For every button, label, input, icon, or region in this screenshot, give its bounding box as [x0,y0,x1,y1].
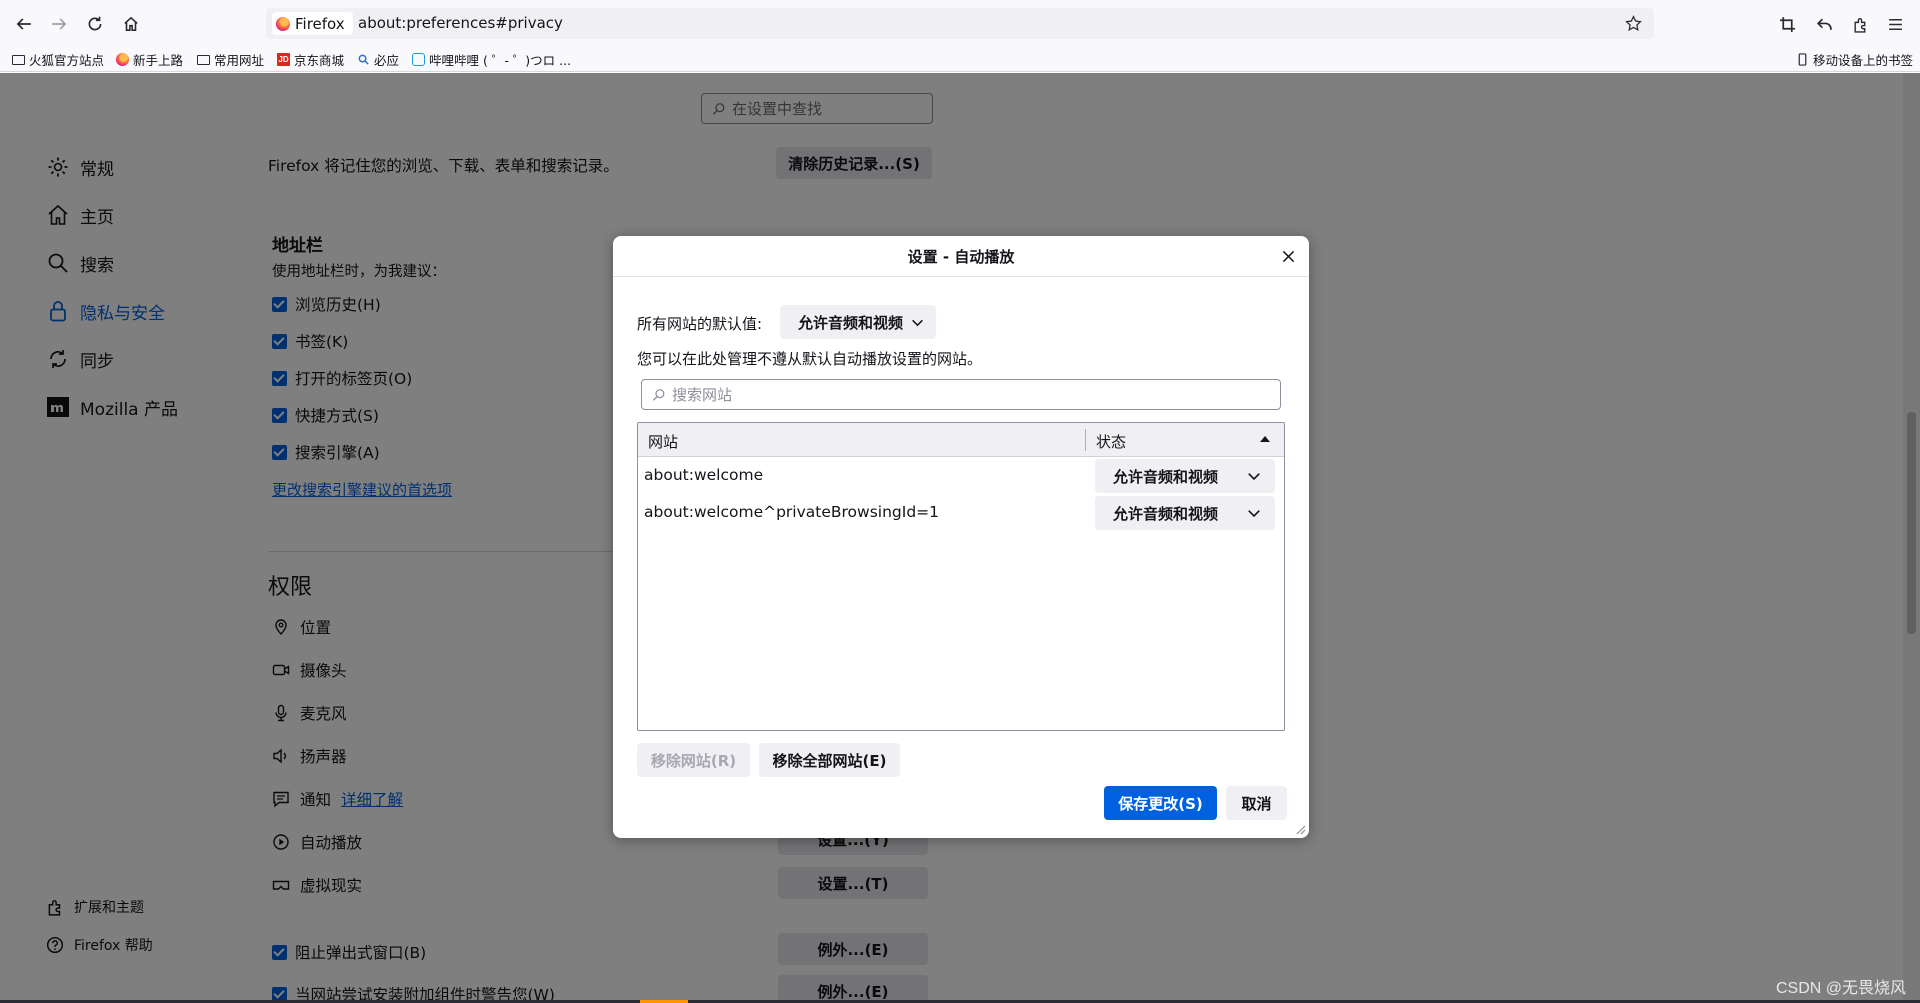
bookmark-label: 新手上路 [133,52,184,68]
app-menu-button[interactable] [1882,11,1908,37]
screenshot-button[interactable] [1774,11,1800,37]
folder-icon [197,54,210,65]
dialog-title-divider [613,276,1309,277]
reload-button[interactable] [82,11,108,37]
jd-icon: JD [277,52,290,66]
close-icon [1282,250,1294,262]
autoplay-settings-dialog: 设置 - 自动播放 所有网站的默认值: 允许音频和视频 您可以在此处管理不遵从默… [613,236,1309,838]
site-search-input[interactable]: 搜索网站 [641,379,1281,410]
browser-toolbar: Firefox about:preferences#privacy [0,0,1920,46]
url-text[interactable]: about:preferences#privacy [358,14,563,32]
cancel-button[interactable]: 取消 [1226,786,1287,820]
mobile-bookmarks[interactable]: 移动设备上的书签 [1796,50,1913,68]
identity-label: Firefox [295,14,345,33]
bilibili-icon [412,52,425,66]
bookmark-label: 哔哩哔哩 ( ゜- ゜)つロ ... [429,52,572,68]
identity-box[interactable]: Firefox [272,12,353,35]
site-status-dropdown[interactable]: 允许音频和视频 [1095,496,1275,530]
dialog-title: 设置 - 自动播放 [907,247,1015,266]
chevron-down-icon [912,319,923,326]
bookmark-item[interactable]: JD 京东商城 [277,50,344,68]
forward-arrow-icon [52,18,67,30]
remove-site-button[interactable]: 移除网站(R) [637,743,750,777]
bookmark-item[interactable]: 必应 [357,50,399,68]
firefox-logo-icon [276,16,290,31]
undo-icon [1816,18,1832,30]
resize-grip-icon[interactable] [1294,823,1306,835]
chevron-down-icon [1248,510,1260,518]
bookmark-star-button[interactable] [1622,12,1644,34]
bookmark-label: 京东商城 [294,52,345,68]
folder-icon [12,54,25,65]
extensions-button[interactable] [1847,11,1873,37]
site-status-dropdown[interactable]: 允许音频和视频 [1095,459,1275,493]
default-autoplay-dropdown[interactable]: 允许音频和视频 [780,305,937,339]
status-value: 允许音频和视频 [1113,504,1219,523]
undo-close-button[interactable] [1811,11,1837,37]
mobile-bookmarks-label: 移动设备上的书签 [1813,52,1914,68]
default-autoplay-value: 允许音频和视频 [798,313,904,332]
bookmark-item[interactable]: 新手上路 [116,50,183,68]
home-button[interactable] [118,11,144,37]
save-changes-button[interactable]: 保存更改(S) [1104,786,1217,820]
dialog-description: 您可以在此处管理不遵从默认自动播放设置的网站。 [637,350,983,368]
search-icon [652,388,665,401]
bookmark-item[interactable]: 哔哩哔哩 ( ゜- ゜)つロ ... [412,50,571,68]
bing-icon [358,54,369,65]
bookmark-item[interactable]: 常用网址 [197,50,264,68]
bookmark-item[interactable]: 火狐官方站点 [12,50,104,68]
chevron-down-icon [1248,473,1260,481]
home-icon [124,16,138,31]
sort-ascending-icon [1260,436,1270,442]
table-row[interactable]: about:welcome^privateBrowsingId=1 允许音频和视… [638,495,1284,531]
column-header-status[interactable]: 状态 [1096,431,1126,452]
hamburger-menu-icon [1888,18,1902,30]
back-arrow-icon [16,18,31,30]
bookmarks-toolbar: 火狐官方站点 新手上路 常用网址 JD 京东商城 必应 哔哩哔哩 ( ゜- ゜)… [0,46,1920,72]
reload-icon [88,16,102,31]
bookmark-label: 火狐官方站点 [29,52,105,68]
firefox-icon [116,52,129,66]
site-cell: about:welcome^privateBrowsingId=1 [644,503,940,521]
url-bar[interactable]: Firefox about:preferences#privacy [266,8,1654,39]
default-setting-label: 所有网站的默认值: [637,315,763,333]
star-icon [1624,14,1642,31]
column-separator[interactable] [1085,429,1086,451]
crop-icon [1779,16,1795,32]
table-header: 网站 状态 [638,423,1284,457]
back-button[interactable] [11,11,37,37]
bookmark-label: 必应 [374,52,400,68]
remove-all-sites-button[interactable]: 移除全部网站(E) [759,743,900,777]
site-cell: about:welcome [644,466,764,484]
status-value: 允许音频和视频 [1113,467,1219,486]
site-search-placeholder: 搜索网站 [672,386,733,404]
sites-table: 网站 状态 about:welcome 允许音频和视频 about:welcom… [637,422,1285,731]
table-row[interactable]: about:welcome 允许音频和视频 [638,458,1284,494]
mobile-device-icon [1798,52,1807,66]
watermark: CSDN @无畏烧风 [1775,980,1906,997]
bookmark-label: 常用网址 [214,52,265,68]
column-header-site[interactable]: 网站 [648,431,678,452]
forward-button[interactable] [46,11,72,37]
dialog-close-button[interactable] [1277,245,1299,267]
puzzle-icon [1853,17,1865,33]
